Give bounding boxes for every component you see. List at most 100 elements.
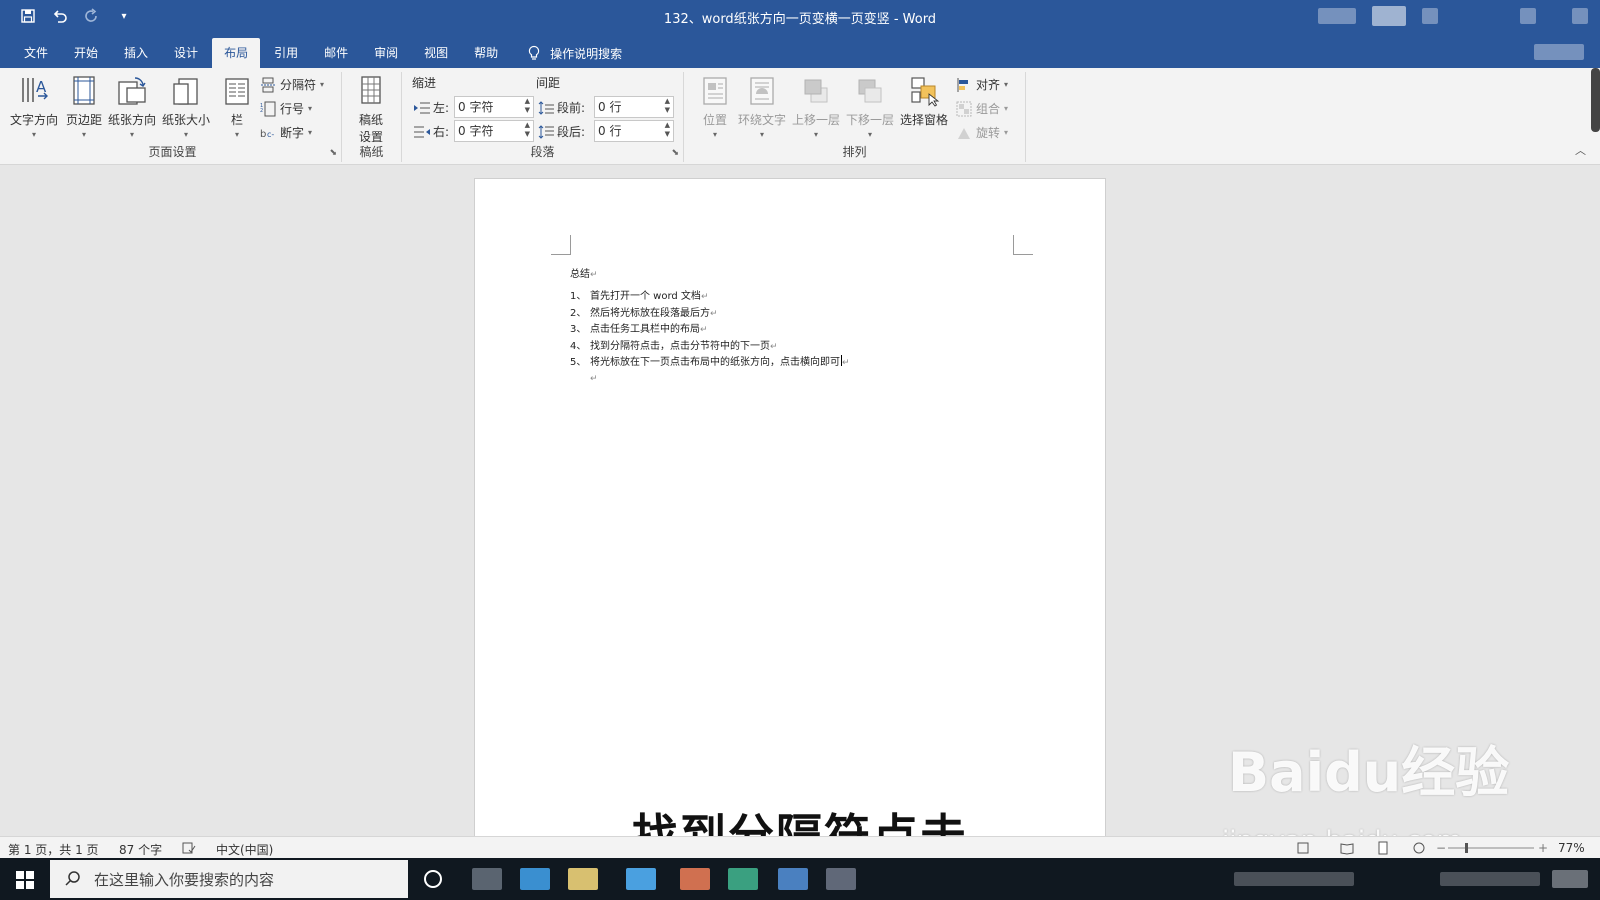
zoom-in-button[interactable]: + bbox=[1538, 841, 1548, 855]
page-count[interactable]: 第 1 页，共 1 页 bbox=[8, 841, 99, 858]
paragraph-mark: ↵ bbox=[710, 308, 718, 319]
taskbar-app-icon[interactable] bbox=[778, 868, 808, 890]
taskbar-app-icon[interactable] bbox=[568, 868, 598, 890]
list-item[interactable]: 4、 找到分隔符点击，点击分节符中的下一页 ↵ bbox=[570, 339, 850, 356]
chevron-down-icon: ▾ bbox=[32, 130, 37, 139]
tab-references[interactable]: 引用 bbox=[262, 38, 310, 68]
zoom-slider[interactable] bbox=[1448, 841, 1534, 855]
account-area[interactable] bbox=[1318, 8, 1356, 24]
chevron-down-icon: ▾ bbox=[1004, 80, 1009, 89]
group-objects-button[interactable]: 组合 ▾ bbox=[956, 100, 1008, 117]
columns-button[interactable]: 栏 ▾ bbox=[220, 74, 254, 139]
windows-start-icon[interactable] bbox=[16, 871, 34, 889]
wrap-text-label: 环绕文字 bbox=[738, 113, 787, 127]
text-direction-button[interactable]: A 文字方向 ▾ bbox=[10, 74, 58, 139]
indent-right-input[interactable]: 0 字符 ▲ ▼ bbox=[454, 120, 534, 142]
dialog-launcher-icon[interactable]: ⬊ bbox=[329, 148, 337, 158]
margins-button[interactable]: 页边距 ▾ bbox=[66, 74, 102, 139]
word-count[interactable]: 87 个字 bbox=[119, 841, 162, 858]
close-icon[interactable] bbox=[1572, 8, 1588, 24]
tab-layout[interactable]: 布局 bbox=[212, 38, 261, 68]
tab-view[interactable]: 视图 bbox=[412, 38, 460, 68]
ribbon-display-options-icon[interactable] bbox=[1372, 6, 1406, 26]
margins-icon bbox=[73, 76, 95, 105]
list-item[interactable]: 3、 点击任务工具栏中的布局 ↵ bbox=[570, 322, 850, 339]
tab-review[interactable]: 审阅 bbox=[362, 38, 410, 68]
manuscript-settings-button[interactable]: 稿纸 设置 bbox=[354, 74, 388, 145]
taskbar-app-icon[interactable] bbox=[826, 868, 856, 890]
spinner-arrows-icon[interactable]: ▲ ▼ bbox=[525, 97, 530, 115]
list-item[interactable]: 2、 然后将光标放在段落最后方 ↵ bbox=[570, 306, 850, 323]
print-layout-icon[interactable] bbox=[1376, 841, 1390, 855]
spinner-arrows-icon[interactable]: ▲ ▼ bbox=[665, 121, 670, 139]
breaks-button[interactable]: 分隔符 ▾ bbox=[260, 76, 324, 93]
indent-left-label: 左: bbox=[414, 99, 449, 116]
align-icon bbox=[957, 77, 968, 92]
zoom-out-button[interactable]: − bbox=[1436, 841, 1446, 855]
taskbar-app-icon[interactable] bbox=[472, 868, 502, 890]
minimize-icon[interactable] bbox=[1422, 8, 1438, 24]
tell-me-label: 操作说明搜索 bbox=[550, 46, 623, 61]
list-item[interactable]: 1、 首先打开一个 word 文档 ↵ bbox=[570, 289, 850, 306]
search-icon bbox=[65, 871, 80, 886]
dialog-launcher-icon[interactable]: ⬊ bbox=[671, 148, 679, 158]
tab-file[interactable]: 文件 bbox=[12, 38, 60, 68]
document-heading[interactable]: 总结↵ bbox=[570, 265, 598, 280]
cortana-icon[interactable] bbox=[424, 870, 442, 888]
collapse-ribbon-icon[interactable]: ︿ bbox=[1575, 142, 1586, 158]
size-button[interactable]: 纸张大小 ▾ bbox=[162, 74, 210, 139]
proofing-icon[interactable] bbox=[182, 841, 196, 855]
taskbar-app-icon[interactable] bbox=[626, 868, 656, 890]
focus-mode-icon[interactable] bbox=[1296, 841, 1310, 855]
group-label-arrange: 排列 bbox=[842, 145, 867, 159]
spinner-arrows-icon[interactable]: ▲ ▼ bbox=[665, 97, 670, 115]
language-indicator[interactable]: 中文(中国) bbox=[216, 841, 273, 858]
text-direction-label: 文字方向 bbox=[10, 113, 59, 127]
tab-insert[interactable]: 插入 bbox=[112, 38, 160, 68]
list-item[interactable]: 5、 将光标放在下一页点击布局中的纸张方向，点击横向即可 ↵ bbox=[570, 355, 850, 372]
chevron-down-icon: ▾ bbox=[130, 130, 135, 139]
spacing-before-input[interactable]: 0 行 ▲ ▼ bbox=[594, 96, 674, 118]
send-backward-button[interactable]: 下移一层 ▾ bbox=[846, 74, 894, 139]
bring-forward-button[interactable]: 上移一层 ▾ bbox=[792, 74, 840, 139]
notification-icon[interactable] bbox=[1552, 870, 1588, 888]
document-heading-text: 总结 bbox=[570, 269, 590, 280]
hyphenation-button[interactable]: b c- 断字 ▾ bbox=[260, 124, 312, 141]
spinner-arrows-icon[interactable]: ▲ ▼ bbox=[525, 121, 530, 139]
taskbar-app-icon[interactable] bbox=[520, 868, 550, 890]
zoom-level[interactable]: 77% bbox=[1558, 841, 1585, 855]
taskbar-app-icon[interactable] bbox=[728, 868, 758, 890]
tab-home[interactable]: 开始 bbox=[62, 38, 110, 68]
selection-pane-button[interactable]: 选择窗格 bbox=[900, 74, 948, 128]
tab-help[interactable]: 帮助 bbox=[462, 38, 510, 68]
empty-paragraph-mark[interactable]: ↵ bbox=[590, 374, 598, 384]
document-page[interactable]: 总结↵ 1、 首先打开一个 word 文档 ↵ 2、 然后将光标放在段落最后方 ↵ 3、… bbox=[474, 178, 1106, 838]
ribbon-layout: A 文字方向 ▾ 页边距 ▾ 纸张方向 ▾ 纸张大小 ▾ 栏 ▾ 分隔符 ▾ 1… bbox=[0, 68, 1600, 165]
orientation-button[interactable]: 纸张方向 ▾ bbox=[108, 74, 156, 139]
taskbar-search-input[interactable]: 在这里输入你要搜索的内容 bbox=[50, 860, 408, 898]
position-button[interactable]: 位置 ▾ bbox=[698, 74, 732, 139]
share-button[interactable] bbox=[1534, 44, 1584, 60]
group-page-setup: A 文字方向 ▾ 页边距 ▾ 纸张方向 ▾ 纸张大小 ▾ 栏 ▾ 分隔符 ▾ 1… bbox=[4, 72, 342, 162]
list-number: 3、 bbox=[570, 324, 587, 335]
columns-label: 栏 bbox=[230, 113, 243, 127]
tab-design[interactable]: 设计 bbox=[162, 38, 210, 68]
vertical-scrollbar[interactable] bbox=[1591, 68, 1600, 132]
hyphenation-icon: b c- bbox=[260, 129, 274, 140]
align-button[interactable]: 对齐 ▾ bbox=[956, 76, 1008, 93]
web-layout-icon[interactable] bbox=[1412, 841, 1426, 855]
line-numbers-button[interactable]: 12 行号 ▾ bbox=[260, 100, 312, 117]
group-icon bbox=[956, 101, 972, 116]
indent-left-input[interactable]: 0 字符 ▲ ▼ bbox=[454, 96, 534, 118]
maximize-icon[interactable] bbox=[1520, 8, 1536, 24]
spacing-after-input[interactable]: 0 行 ▲ ▼ bbox=[594, 120, 674, 142]
read-mode-icon[interactable] bbox=[1340, 841, 1354, 855]
tab-mailings[interactable]: 邮件 bbox=[312, 38, 360, 68]
rotate-button[interactable]: 旋转 ▾ bbox=[956, 124, 1008, 141]
wrap-text-button[interactable]: 环绕文字 ▾ bbox=[738, 74, 786, 139]
group-label-page-setup: 页面设置 bbox=[148, 145, 197, 159]
taskbar-app-icon[interactable] bbox=[680, 868, 710, 890]
tell-me-search[interactable]: 操作说明搜索 bbox=[512, 38, 622, 68]
system-tray[interactable] bbox=[1234, 872, 1354, 886]
clock-area[interactable] bbox=[1440, 872, 1540, 886]
